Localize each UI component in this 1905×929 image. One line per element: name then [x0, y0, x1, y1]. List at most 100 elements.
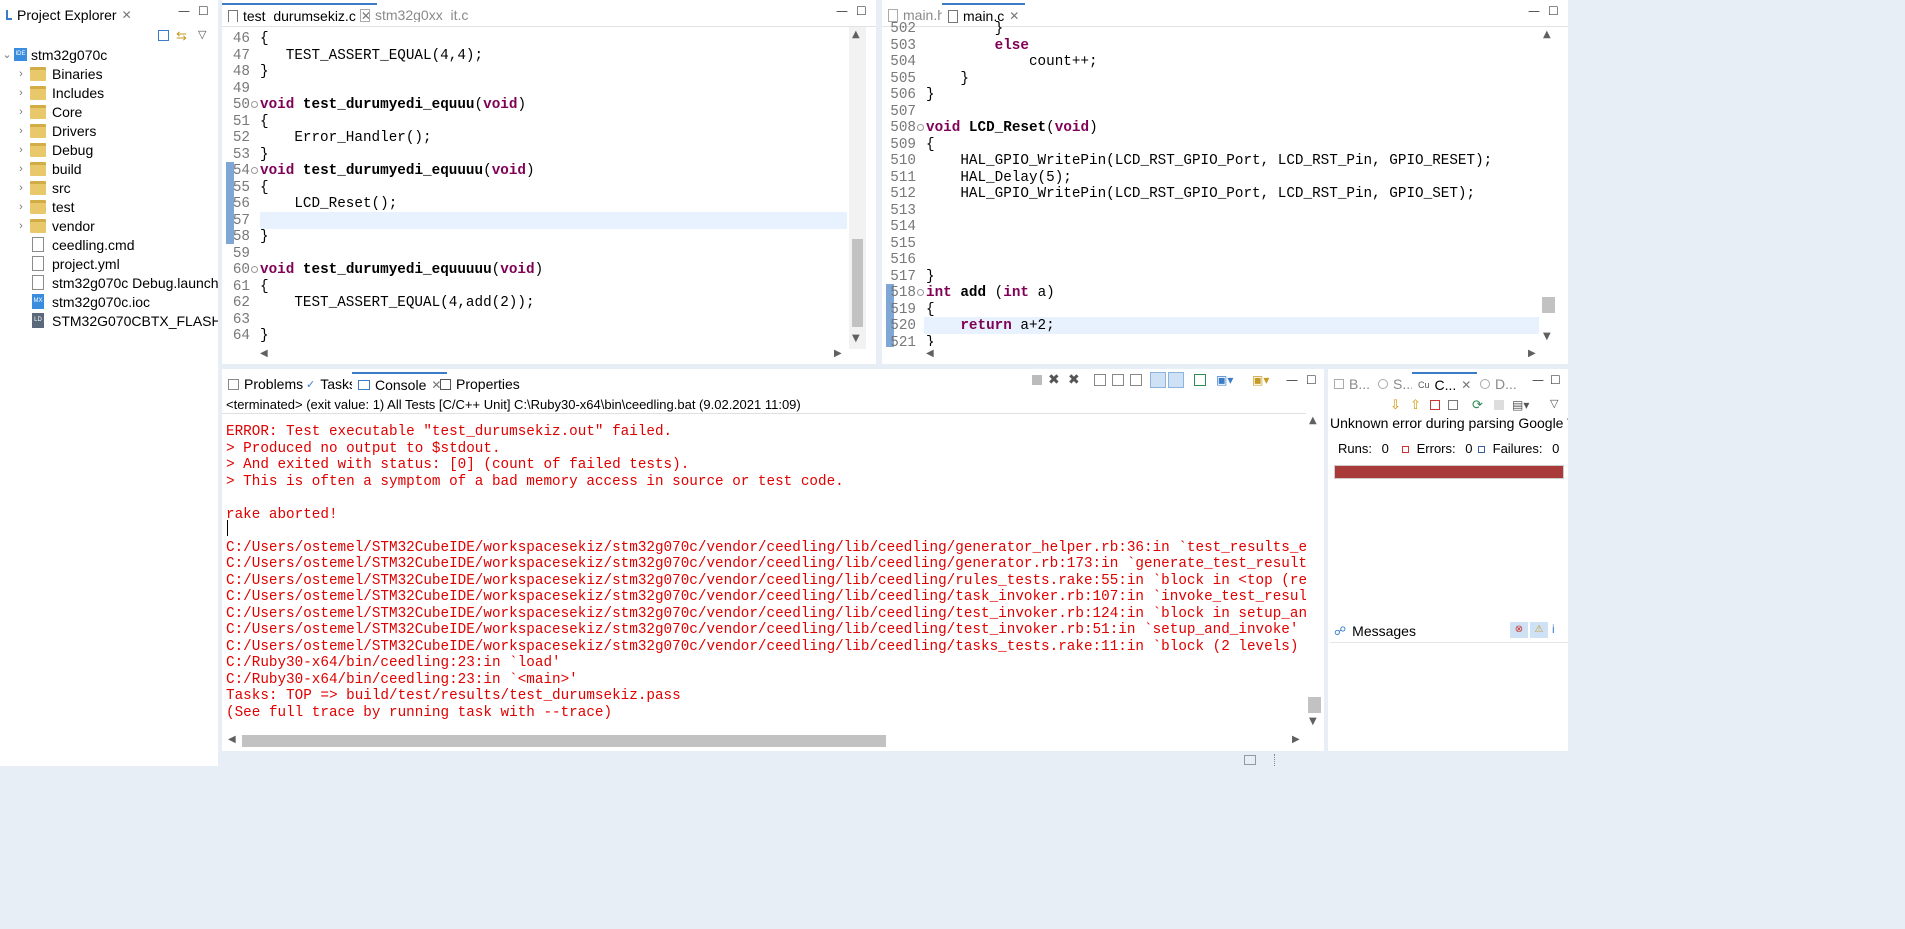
fold-icon[interactable] — [251, 167, 258, 174]
scroll-left-icon[interactable]: ◀ — [926, 348, 934, 359]
horizontal-scrollbar[interactable]: ◀ ▶ — [226, 732, 1304, 749]
scroll-thumb[interactable] — [242, 735, 886, 747]
c-file-icon — [360, 8, 370, 22]
collapse-all-icon[interactable] — [158, 30, 169, 41]
minimize-icon[interactable]: — — [1532, 373, 1544, 387]
chevron-right-icon[interactable]: › — [14, 125, 28, 137]
maximize-icon[interactable]: ☐ — [1548, 4, 1559, 18]
chevron-right-icon[interactable]: › — [14, 201, 28, 213]
pin-console-icon[interactable] — [1194, 374, 1206, 386]
fold-icon[interactable] — [917, 124, 924, 131]
show-on-error-icon[interactable] — [1168, 372, 1184, 388]
scroll-lock-icon[interactable] — [1448, 400, 1458, 410]
line-number: 506 — [890, 87, 916, 103]
maximize-icon[interactable]: ☐ — [1550, 373, 1561, 387]
minimize-icon[interactable]: — — [178, 4, 190, 18]
scroll-right-icon[interactable]: ▶ — [834, 348, 842, 359]
tab-problems[interactable]: Problems — [222, 372, 309, 394]
line-number: 58 — [232, 229, 250, 245]
chevron-right-icon[interactable]: › — [14, 106, 28, 118]
editor-left-code[interactable]: 46 {47 TEST_ASSERT_EQUAL(4,4); 48} 49 50 void… — [222, 22, 847, 344]
tab-properties[interactable]: Properties — [434, 372, 526, 394]
previous-failure-icon[interactable]: ⇧ — [1410, 397, 1421, 413]
scroll-thumb[interactable] — [852, 239, 863, 327]
remove-all-icon[interactable]: ✖ — [1068, 371, 1080, 388]
chevron-right-icon[interactable]: › — [14, 144, 28, 156]
link-editor-icon[interactable]: ⇆ — [176, 28, 187, 44]
console-line: ERROR: Test executable "test_durumsekiz.… — [226, 424, 673, 440]
tree-item[interactable]: LD STM32G070CBTX_FLASH.ld — [14, 309, 218, 332]
rerun-icon[interactable]: ⟳ — [1472, 397, 1483, 413]
chevron-right-icon[interactable]: › — [14, 220, 28, 232]
fold-icon[interactable] — [251, 266, 258, 273]
scroll-up-icon[interactable]: ▲ — [1543, 29, 1551, 40]
next-failure-icon[interactable]: ⇩ — [1390, 397, 1401, 413]
console-output[interactable]: ERROR: Test executable "test_durumsekiz.… — [222, 413, 1306, 733]
scroll-up-icon[interactable]: ▲ — [1309, 415, 1317, 426]
horizontal-scrollbar[interactable]: ◀ ▶ — [926, 346, 1540, 363]
chevron-right-icon[interactable]: › — [14, 87, 28, 99]
maximize-icon[interactable]: ☐ — [198, 4, 209, 18]
scroll-right-icon[interactable]: ▶ — [1292, 734, 1300, 745]
fold-icon[interactable] — [251, 101, 258, 108]
minimize-icon[interactable]: — — [1528, 4, 1540, 18]
tab-project-explorer[interactable]: Project Explorer ✕ — [0, 3, 138, 25]
warning-filter-icon[interactable]: ⚠ — [1530, 622, 1548, 638]
scroll-left-icon[interactable]: ◀ — [228, 734, 236, 745]
code-line: void test_durumyedi_equuu(void) — [260, 97, 527, 113]
scroll-thumb[interactable] — [1308, 697, 1321, 713]
file-icon: LD — [32, 313, 44, 328]
scroll-down-icon[interactable]: ▼ — [1543, 331, 1551, 342]
tab-debug[interactable]: D... — [1474, 372, 1523, 394]
folder-icon — [6, 10, 12, 20]
scroll-up-icon[interactable]: ▲ — [852, 29, 860, 40]
minimize-icon[interactable]: — — [836, 4, 848, 18]
code-line: int add (int a) — [926, 285, 1055, 301]
vertical-scrollbar[interactable]: ▲ ▼ — [1540, 27, 1557, 347]
vertical-scrollbar[interactable]: ▲ ▼ — [1306, 413, 1323, 727]
maximize-icon[interactable]: ☐ — [856, 4, 867, 18]
chevron-right-icon[interactable]: › — [14, 163, 28, 175]
show-failures-only-icon[interactable] — [1430, 400, 1440, 410]
display-console-icon[interactable]: ▣▾ — [1216, 373, 1233, 387]
word-wrap-icon[interactable] — [1130, 374, 1142, 386]
scroll-left-icon[interactable]: ◀ — [260, 348, 268, 359]
scroll-down-icon[interactable]: ▼ — [852, 333, 860, 344]
open-console-icon[interactable]: ▣▾ — [1252, 373, 1269, 387]
line-number: 515 — [890, 235, 916, 252]
tab-cunit[interactable]: Cu C... ✕ — [1412, 372, 1478, 394]
stop-icon[interactable] — [1494, 400, 1504, 410]
clear-console-icon[interactable] — [1094, 374, 1106, 386]
scroll-down-icon[interactable]: ▼ — [1309, 716, 1317, 727]
scroll-right-icon[interactable]: ▶ — [1528, 348, 1536, 359]
history-icon[interactable]: ▤▾ — [1512, 398, 1529, 412]
tab-build[interactable]: B... — [1328, 372, 1376, 394]
vertical-scrollbar[interactable]: ▲ ▼ — [849, 27, 866, 349]
minimize-icon[interactable]: — — [1286, 373, 1298, 387]
status-bar-icon[interactable] — [1244, 755, 1256, 765]
terminate-icon[interactable] — [1032, 375, 1042, 385]
editor-right-code[interactable]: 502 } 503 else 504 count++; 505 } 506} 507 508… — [882, 20, 1539, 347]
code-line: void LCD_Reset(void) — [926, 120, 1098, 136]
horizontal-scrollbar[interactable]: ◀ ▶ — [260, 346, 845, 363]
scroll-lock-icon[interactable] — [1112, 374, 1124, 386]
fold-icon[interactable] — [917, 289, 924, 296]
line-number: 48 — [232, 64, 250, 80]
view-menu-icon[interactable]: ▽ — [198, 28, 206, 41]
close-icon[interactable]: ✕ — [122, 8, 132, 22]
remove-launch-icon[interactable]: ✖ — [1048, 371, 1060, 388]
console-line: C:/Users/ostemel/STM32CubeIDE/workspaces… — [226, 589, 1306, 605]
chevron-right-icon[interactable]: › — [14, 182, 28, 194]
chevron-right-icon[interactable]: › — [14, 68, 28, 80]
tree-item-label: Binaries — [52, 65, 103, 82]
maximize-icon[interactable]: ☐ — [1306, 373, 1317, 387]
info-filter-icon[interactable]: i — [1552, 622, 1555, 636]
console-line: (See full trace by running task with --t… — [226, 704, 613, 721]
error-filter-icon[interactable]: ⊗ — [1510, 622, 1528, 638]
chevron-down-icon[interactable]: ⌄ — [0, 48, 14, 61]
code-line: HAL_GPIO_WritePin(LCD_RST_GPIO_Port, LCD… — [926, 153, 1493, 169]
close-icon[interactable]: ✕ — [1461, 378, 1471, 392]
scroll-thumb[interactable] — [1542, 297, 1555, 313]
show-on-output-icon[interactable] — [1150, 372, 1166, 388]
view-menu-icon[interactable]: ▽ — [1550, 397, 1558, 410]
